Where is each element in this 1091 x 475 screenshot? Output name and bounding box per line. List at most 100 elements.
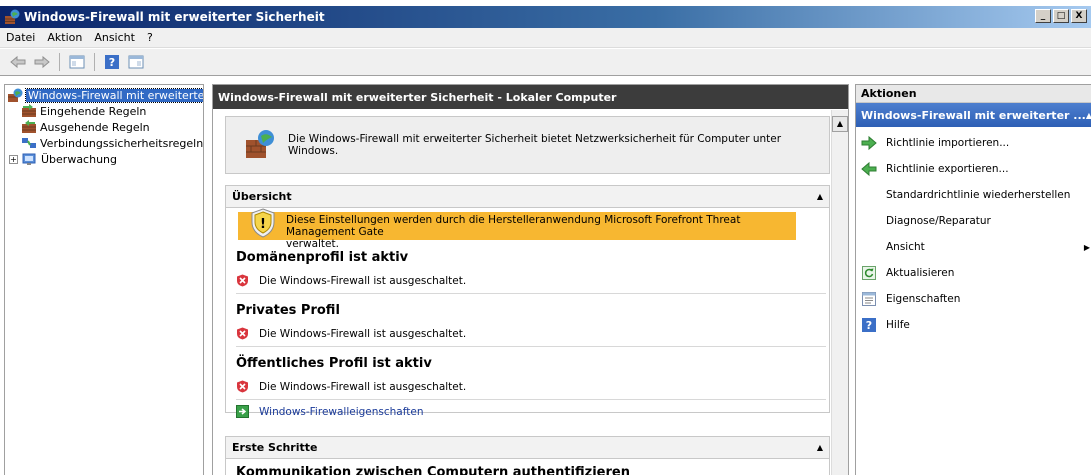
action-label: Ansicht — [886, 241, 925, 253]
actions-subheader[interactable]: Windows-Firewall mit erweiterter ... ▲ — [856, 103, 1091, 127]
tree-item-label: Windows-Firewall mit erweiterter S — [24, 87, 203, 103]
divider — [236, 399, 826, 400]
intro-text: Die Windows-Firewall mit erweiterter Sic… — [288, 133, 782, 157]
title-bar: Windows-Firewall mit erweiterter Sicherh… — [0, 6, 1091, 28]
svg-text:?: ? — [109, 56, 115, 69]
action-help[interactable]: ? Hilfe — [856, 315, 1091, 335]
svg-text:?: ? — [866, 319, 872, 332]
console-tree-icon — [69, 55, 85, 69]
action-label: Hilfe — [886, 319, 910, 331]
status-text: Die Windows-Firewall ist ausgeschaltet. — [259, 327, 467, 340]
menu-datei[interactable]: Datei — [6, 31, 35, 44]
back-button[interactable] — [8, 53, 28, 71]
profile-title-domain: Domänenprofil ist aktiv — [236, 250, 409, 265]
firewall-properties-link[interactable]: Windows-Firewalleigenschaften — [236, 405, 424, 418]
profile-title-private: Privates Profil — [236, 303, 340, 318]
firewall-icon — [4, 9, 20, 28]
status-row-public: Die Windows-Firewall ist ausgeschaltet. — [236, 380, 466, 393]
action-export-policy[interactable]: Richtlinie exportieren... — [856, 159, 1091, 179]
tree-item-label: Überwachung — [41, 152, 118, 166]
menu-ansicht[interactable]: Ansicht — [94, 31, 135, 44]
overview-section: Übersicht ▲ ! Diese Einstellungen werden… — [225, 185, 830, 418]
tree-item-outbound-rules[interactable]: Ausgehende Regeln — [21, 119, 150, 135]
tree-item-label: Eingehende Regeln — [40, 104, 147, 118]
help-icon: ? — [861, 317, 877, 333]
toolbar-separator — [59, 53, 60, 71]
collapse-icon[interactable]: ▲ — [1086, 111, 1091, 120]
warning-banner: ! Diese Einstellungen werden durch die H… — [238, 208, 796, 250]
status-text: Die Windows-Firewall ist ausgeschaltet. — [259, 274, 467, 287]
toolbar: ? — [0, 49, 1091, 76]
show-hide-tree-button[interactable] — [67, 53, 87, 71]
inbound-rules-icon — [21, 104, 37, 118]
error-shield-icon — [236, 274, 249, 287]
collapse-icon[interactable]: ▲ — [817, 192, 823, 201]
overview-header[interactable]: Übersicht ▲ — [226, 186, 829, 208]
firewall-icon — [244, 128, 276, 163]
action-refresh[interactable]: Aktualisieren — [856, 263, 1091, 283]
profile-title-public: Öffentliches Profil ist aktiv — [236, 356, 432, 371]
close-button[interactable]: X — [1071, 9, 1087, 23]
back-arrow-icon — [10, 55, 26, 69]
error-shield-icon — [236, 380, 249, 393]
tree-item-monitoring[interactable]: + Überwachung — [9, 151, 117, 167]
forward-button[interactable] — [32, 53, 52, 71]
action-import-policy[interactable]: Richtlinie importieren... — [856, 133, 1091, 153]
banner-line-1: Diese Einstellungen werden durch die Her… — [286, 214, 741, 238]
menu-aktion[interactable]: Aktion — [47, 31, 82, 44]
firewall-icon — [7, 88, 23, 102]
minimize-button[interactable]: _ — [1035, 9, 1051, 23]
help-icon: ? — [105, 55, 119, 69]
window-controls: _ □ X — [1035, 9, 1087, 23]
error-shield-icon — [236, 327, 249, 340]
action-label: Diagnose/Reparatur — [886, 215, 991, 227]
collapse-icon[interactable]: ▲ — [817, 443, 823, 452]
window-title: Windows-Firewall mit erweiterter Sicherh… — [24, 10, 325, 24]
expand-icon[interactable]: + — [9, 154, 18, 164]
svg-text:!: ! — [260, 217, 266, 232]
warning-shield-icon: ! — [250, 208, 276, 241]
refresh-icon — [861, 265, 877, 281]
scroll-up-icon[interactable]: ▲ — [832, 116, 848, 132]
menu-help[interactable]: ? — [147, 31, 153, 44]
submenu-arrow-icon: ▶ — [1083, 242, 1090, 252]
center-header: Windows-Firewall mit erweiterter Sicherh… — [213, 85, 848, 109]
monitoring-icon — [22, 152, 38, 166]
status-row-private: Die Windows-Firewall ist ausgeschaltet. — [236, 327, 466, 340]
help-toolbar-button[interactable]: ? — [102, 53, 122, 71]
action-label: Richtlinie importieren... — [886, 137, 1010, 149]
actions-pane: Aktionen Windows-Firewall mit erweiterte… — [855, 84, 1091, 475]
forward-arrow-icon — [34, 55, 50, 69]
divider — [236, 293, 826, 294]
action-properties[interactable]: Eigenschaften — [856, 289, 1091, 309]
getting-started-section: Erste Schritte ▲ Kommunikation zwischen … — [225, 436, 830, 475]
tree-item-label: Ausgehende Regeln — [40, 120, 150, 134]
action-pane-icon — [128, 55, 144, 69]
action-label: Standardrichtlinie wiederherstellen — [886, 189, 1071, 201]
action-restore-default[interactable]: Standardrichtlinie wiederherstellen — [856, 185, 1091, 205]
getting-started-header[interactable]: Erste Schritte ▲ — [226, 437, 829, 459]
action-view[interactable]: Ansicht ▶ — [856, 237, 1091, 257]
actions-header: Aktionen — [856, 85, 1091, 103]
action-label: Eigenschaften — [886, 293, 961, 305]
banner-line-2: verwaltet. — [286, 238, 339, 250]
tree-item-label: Verbindungssicherheitsregeln — [40, 136, 204, 150]
connection-security-icon — [21, 136, 37, 150]
vertical-scrollbar[interactable]: ▲ — [831, 110, 848, 475]
section-title: Übersicht — [232, 190, 292, 203]
maximize-button[interactable]: □ — [1053, 9, 1069, 23]
action-diagnose-repair[interactable]: Diagnose/Reparatur — [856, 211, 1091, 231]
section-title: Erste Schritte — [232, 441, 318, 454]
menu-bar: Datei Aktion Ansicht ? — [0, 28, 1091, 48]
tree-item-inbound-rules[interactable]: Eingehende Regeln — [21, 103, 146, 119]
center-pane: Windows-Firewall mit erweiterter Sicherh… — [212, 84, 849, 475]
properties-arrow-icon — [236, 405, 249, 418]
toolbar-separator — [94, 53, 95, 71]
tree-item-connection-security[interactable]: Verbindungssicherheitsregeln — [21, 135, 203, 151]
export-icon — [861, 161, 877, 177]
status-row-domain: Die Windows-Firewall ist ausgeschaltet. — [236, 274, 466, 287]
show-hide-actions-button[interactable] — [126, 53, 146, 71]
outbound-rules-icon — [21, 120, 37, 134]
tree-item-root[interactable]: Windows-Firewall mit erweiterter S — [7, 87, 203, 103]
intro-panel: Die Windows-Firewall mit erweiterter Sic… — [225, 116, 830, 174]
